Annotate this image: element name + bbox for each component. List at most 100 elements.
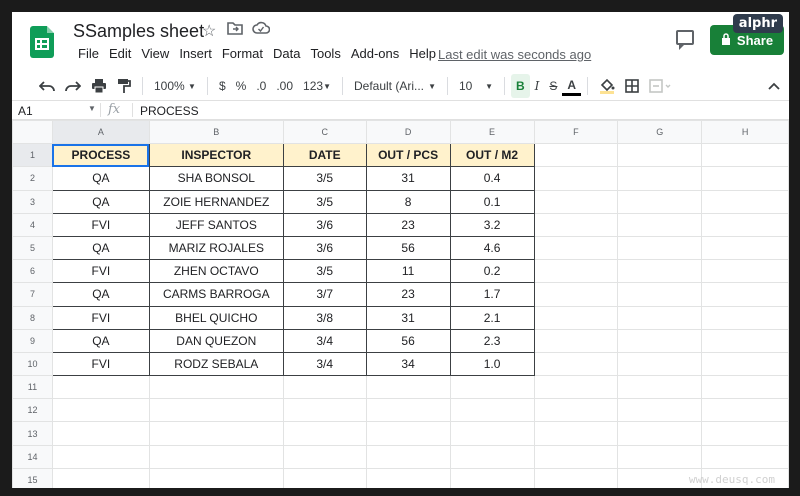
cell-g14[interactable] (617, 444, 703, 469)
cell-d10[interactable]: 34 (365, 351, 451, 377)
font-size-select[interactable]: 10 ▼ (454, 74, 498, 98)
cell-b5[interactable]: MARIZ ROJALES (148, 235, 284, 261)
cell-h5[interactable] (701, 235, 789, 261)
cell-g13[interactable] (617, 421, 703, 446)
cell-h11[interactable] (701, 375, 789, 400)
comment-history-icon[interactable] (676, 30, 694, 50)
cell-h14[interactable] (701, 444, 789, 469)
cell-f10[interactable] (533, 351, 619, 377)
row-header[interactable]: 14 (12, 444, 53, 469)
redo-icon[interactable] (60, 74, 86, 98)
cell-f11[interactable] (533, 375, 619, 400)
cell-f6[interactable] (533, 259, 619, 284)
cell-a1[interactable]: PROCESS (51, 143, 150, 168)
cell-a5[interactable]: QA (51, 235, 150, 261)
text-color-button[interactable]: A (562, 76, 582, 96)
column-header-b[interactable]: B (148, 119, 284, 145)
cell-f2[interactable] (533, 166, 619, 191)
cell-g12[interactable] (617, 398, 703, 423)
column-header-g[interactable]: G (617, 119, 703, 145)
cell-b11[interactable] (148, 375, 284, 400)
cell-a11[interactable] (51, 375, 150, 400)
cell-f15[interactable] (533, 467, 619, 488)
menu-insert[interactable]: Insert (174, 46, 217, 61)
cell-d4[interactable]: 23 (365, 212, 451, 237)
cell-g9[interactable] (617, 328, 703, 353)
cell-c8[interactable]: 3/8 (282, 305, 367, 330)
row-header[interactable]: 2 (12, 166, 53, 191)
cell-e9[interactable]: 2.3 (449, 328, 535, 353)
chevron-down-icon[interactable]: ▼ (88, 104, 96, 113)
cell-g11[interactable] (617, 375, 703, 400)
menu-data[interactable]: Data (268, 46, 305, 61)
row-header[interactable]: 1 (12, 143, 53, 168)
italic-button[interactable]: I (530, 74, 545, 98)
cell-d1[interactable]: OUT / PCS (365, 143, 451, 168)
row-header[interactable]: 15 (12, 467, 53, 488)
borders-icon[interactable] (620, 74, 644, 98)
cell-c5[interactable]: 3/6 (282, 235, 367, 261)
cell-h4[interactable] (701, 212, 789, 237)
cell-d14[interactable] (365, 444, 451, 469)
cell-d15[interactable] (365, 467, 451, 488)
cell-c4[interactable]: 3/6 (282, 212, 367, 237)
cell-c9[interactable]: 3/4 (282, 328, 367, 353)
cell-g10[interactable] (617, 351, 703, 377)
cell-e13[interactable] (449, 421, 535, 446)
cell-b2[interactable]: SHA BONSOL (148, 166, 284, 191)
cell-h13[interactable] (701, 421, 789, 446)
cell-b4[interactable]: JEFF SANTOS (148, 212, 284, 237)
decrease-decimals-button[interactable]: .0 (251, 74, 271, 98)
row-header[interactable]: 4 (12, 212, 53, 237)
cell-a14[interactable] (51, 444, 150, 469)
cell-e1[interactable]: OUT / M2 (449, 143, 535, 168)
cell-b1[interactable]: INSPECTOR (148, 143, 284, 168)
cell-d8[interactable]: 31 (365, 305, 451, 330)
more-formats-select[interactable]: 123 ▼ (298, 74, 336, 98)
cell-c7[interactable]: 3/7 (282, 282, 367, 307)
cell-a10[interactable]: FVI (51, 351, 150, 377)
select-all-corner[interactable] (12, 119, 53, 145)
paint-format-icon[interactable] (112, 74, 136, 98)
cell-a9[interactable]: QA (51, 328, 150, 353)
row-header[interactable]: 7 (12, 282, 53, 307)
print-icon[interactable] (86, 74, 112, 98)
star-icon[interactable]: ☆ (202, 21, 216, 41)
cell-g8[interactable] (617, 305, 703, 330)
row-header[interactable]: 13 (12, 421, 53, 446)
row-header[interactable]: 9 (12, 328, 53, 353)
column-header-f[interactable]: F (533, 119, 619, 145)
document-title[interactable]: SSamples sheet (73, 21, 204, 42)
cell-b3[interactable]: ZOIE HERNANDEZ (148, 189, 284, 214)
last-edit-link[interactable]: Last edit was seconds ago (438, 47, 591, 62)
cell-h3[interactable] (701, 189, 789, 214)
cell-f3[interactable] (533, 189, 619, 214)
sheets-logo-icon[interactable] (30, 26, 54, 58)
name-box[interactable]: A1 (18, 104, 33, 118)
cell-h10[interactable] (701, 351, 789, 377)
cell-e14[interactable] (449, 444, 535, 469)
cell-b7[interactable]: CARMS BARROGA (148, 282, 284, 307)
collapse-menu-icon[interactable] (763, 74, 785, 98)
cell-h9[interactable] (701, 328, 789, 353)
cell-b14[interactable] (148, 444, 284, 469)
cell-f9[interactable] (533, 328, 619, 353)
row-header[interactable]: 5 (12, 235, 53, 261)
undo-icon[interactable] (34, 74, 60, 98)
cell-c2[interactable]: 3/5 (282, 166, 367, 191)
cell-c11[interactable] (282, 375, 367, 400)
column-header-e[interactable]: E (449, 119, 535, 145)
cell-h6[interactable] (701, 259, 789, 284)
formula-input[interactable]: PROCESS (140, 104, 199, 118)
cell-g3[interactable] (617, 189, 703, 214)
cell-a8[interactable]: FVI (51, 305, 150, 330)
move-folder-icon[interactable] (227, 21, 243, 40)
font-select[interactable]: Default (Ari... ▼ (349, 74, 441, 98)
cell-c12[interactable] (282, 398, 367, 423)
cell-d3[interactable]: 8 (365, 189, 451, 214)
row-header[interactable]: 3 (12, 189, 53, 214)
cell-b15[interactable] (148, 467, 284, 488)
cell-c13[interactable] (282, 421, 367, 446)
cell-f13[interactable] (533, 421, 619, 446)
strikethrough-button[interactable]: S (544, 74, 562, 98)
